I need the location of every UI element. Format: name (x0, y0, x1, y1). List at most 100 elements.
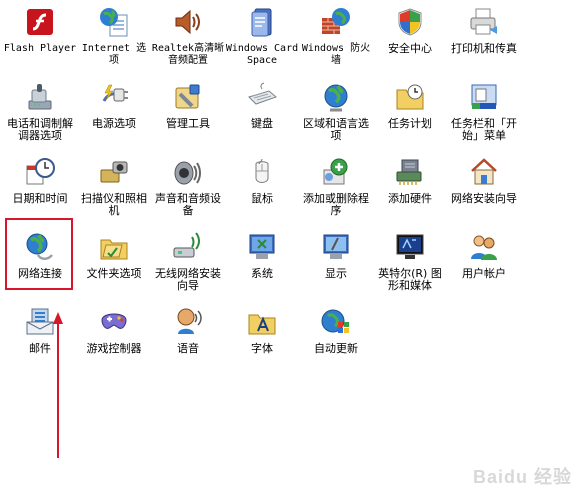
firewall-icon (320, 6, 352, 38)
mail-icon (24, 306, 56, 338)
shield-icon (394, 6, 426, 38)
power-plug-icon (98, 81, 130, 113)
control-panel-item-system[interactable]: 系统 (224, 229, 300, 299)
hardware-icon (394, 156, 426, 188)
control-panel-item-label: 日期和时间 (12, 192, 68, 205)
control-panel-item-mouse[interactable]: 鼠标 (224, 154, 300, 224)
control-panel-item-label: 英特尔(R) 图形和媒体 (378, 267, 442, 292)
control-panel-item-admin-tools[interactable]: 管理工具 (150, 79, 226, 149)
folder-options-icon (98, 231, 130, 263)
mouse-icon (246, 156, 278, 188)
control-panel-item-label: 区域和语言选项 (303, 117, 369, 142)
control-panel-item-label: Windows CardSpace (225, 43, 299, 66)
control-panel-item-network-setup-wizard[interactable]: 网络安装向导 (446, 154, 522, 224)
control-panel-item-label: 添加硬件 (388, 192, 432, 205)
network-globe-icon (24, 231, 56, 263)
control-panel-item-printers-faxes[interactable]: 打印机和传真 (446, 4, 522, 74)
control-panel-item-power-options[interactable]: 电源选项 (76, 79, 152, 149)
control-panel-item-label: 字体 (251, 342, 273, 355)
control-panel-item-fonts[interactable]: 字体 (224, 304, 300, 374)
control-panel-item-label: 游戏控制器 (86, 342, 142, 355)
sound-device-icon (172, 156, 204, 188)
control-panel-item-label: 邮件 (29, 342, 51, 355)
control-panel-item-label: 添加或删除程序 (303, 192, 369, 217)
control-panel-item-internet-options[interactable]: Internet 选项 (76, 4, 152, 74)
control-panel-item-label: 用户帐户 (462, 267, 506, 280)
control-panel-item-flash-player[interactable]: Flash Player (2, 4, 78, 74)
display-icon (320, 231, 352, 263)
wireless-icon (172, 231, 204, 263)
control-panel-item-label: 管理工具 (166, 117, 210, 130)
control-panel-item-sounds-audio[interactable]: 声音和音频设备 (150, 154, 226, 224)
control-panel-item-label: 打印机和传真 (451, 42, 517, 55)
control-panel-item-automatic-updates[interactable]: 自动更新 (298, 304, 374, 374)
scanner-camera-icon (98, 156, 130, 188)
watermark: Baidu 经验 (472, 467, 572, 487)
control-panel-item-label: 安全中心 (388, 42, 432, 55)
control-panel-item-network-connections[interactable]: 网络连接 (2, 229, 78, 299)
gamepad-icon (98, 306, 130, 338)
control-panel-item-label: Realtek高清晰音频配置 (151, 43, 225, 66)
card-icon (246, 6, 278, 38)
control-panel-item-speech[interactable]: 语音 (150, 304, 226, 374)
control-panel-item-windows-firewall[interactable]: Windows 防火墙 (298, 4, 374, 74)
flash-icon (24, 6, 56, 38)
control-panel-item-label: Flash Player (3, 43, 77, 54)
control-panel-item-label: 无线网络安装向导 (155, 267, 221, 292)
control-panel-item-phone-modem[interactable]: 电话和调制解调器选项 (2, 79, 78, 149)
control-panel-item-scheduled-tasks[interactable]: 任务计划 (372, 79, 448, 149)
control-panel-item-label: 任务栏和「开始」菜单 (451, 117, 517, 142)
keyboard-icon (246, 81, 278, 113)
control-panel-item-wireless-wizard[interactable]: 无线网络安装向导 (150, 229, 226, 299)
control-panel-item-regional-language[interactable]: 区域和语言选项 (298, 79, 374, 149)
printer-icon (468, 6, 500, 38)
taskbar-icon (468, 81, 500, 113)
home-network-icon (468, 156, 500, 188)
control-panel-item-windows-cardspace[interactable]: Windows CardSpace (224, 4, 300, 74)
control-panel-item-scanners-cameras[interactable]: 扫描仪和照相机 (76, 154, 152, 224)
speaker-icon (172, 6, 204, 38)
control-panel-item-label: 扫描仪和照相机 (81, 192, 147, 217)
control-panel-item-game-controllers[interactable]: 游戏控制器 (76, 304, 152, 374)
users-icon (468, 231, 500, 263)
control-panel-item-realtek-audio[interactable]: Realtek高清晰音频配置 (150, 4, 226, 74)
phone-icon (24, 81, 56, 113)
fonts-folder-icon (246, 306, 278, 338)
control-panel-item-label: 电话和调制解调器选项 (7, 117, 73, 142)
control-panel-item-label: 文件夹选项 (86, 267, 142, 280)
control-panel-item-label: 网络安装向导 (451, 192, 517, 205)
control-panel-item-label: 鼠标 (251, 192, 273, 205)
control-panel-item-add-remove-programs[interactable]: 添加或删除程序 (298, 154, 374, 224)
control-panel-item-label: 任务计划 (388, 117, 432, 130)
add-remove-icon (320, 156, 352, 188)
control-panel-item-label: 声音和音频设备 (155, 192, 221, 217)
control-panel-item-display[interactable]: 显示 (298, 229, 374, 299)
control-panel-item-taskbar-start[interactable]: 任务栏和「开始」菜单 (446, 79, 522, 149)
control-panel-item-date-time[interactable]: 日期和时间 (2, 154, 78, 224)
control-panel-item-keyboard[interactable]: 键盘 (224, 79, 300, 149)
speech-icon (172, 306, 204, 338)
admin-tools-icon (172, 81, 204, 113)
control-panel-item-label: 系统 (251, 267, 273, 280)
intel-monitor-icon (394, 231, 426, 263)
control-panel-item-intel-graphics[interactable]: 英特尔(R) 图形和媒体 (372, 229, 448, 299)
folder-clock-icon (394, 81, 426, 113)
control-panel-item-folder-options[interactable]: 文件夹选项 (76, 229, 152, 299)
control-panel-item-label: 语音 (177, 342, 199, 355)
control-panel-item-label: 自动更新 (314, 342, 358, 355)
control-panel-item-label: Internet 选项 (81, 43, 147, 66)
globe-doc-icon (98, 6, 130, 38)
system-icon (246, 231, 278, 263)
control-panel-item-user-accounts[interactable]: 用户帐户 (446, 229, 522, 299)
control-panel-item-mail[interactable]: 邮件 (2, 304, 78, 374)
control-panel-item-security-center[interactable]: 安全中心 (372, 4, 448, 74)
control-panel-item-label: 键盘 (251, 117, 273, 130)
control-panel-item-label: 显示 (325, 267, 347, 280)
calendar-clock-icon (24, 156, 56, 188)
control-panel-item-label: 电源选项 (92, 117, 136, 130)
control-panel-item-label: Windows 防火墙 (301, 43, 371, 66)
control-panel-item-label: 网络连接 (18, 267, 62, 280)
globe-icon (320, 81, 352, 113)
windows-update-icon (320, 306, 352, 338)
control-panel-item-add-hardware[interactable]: 添加硬件 (372, 154, 448, 224)
